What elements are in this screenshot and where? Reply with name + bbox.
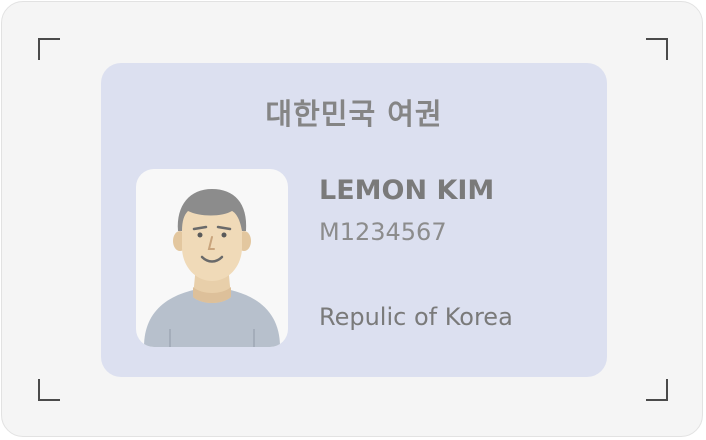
person-avatar-icon <box>144 189 280 347</box>
scan-corner-top-right-icon <box>646 38 668 60</box>
scan-corner-top-left-icon <box>38 38 60 60</box>
passport-photo <box>136 169 288 347</box>
scan-corner-bottom-right-icon <box>646 379 668 401</box>
scan-corner-bottom-left-icon <box>38 379 60 401</box>
passport-number: M1234567 <box>319 218 447 246</box>
issuing-country: Repulic of Korea <box>319 303 513 331</box>
passport-card: 대한민국 여권 LEMON KIM M1234567 Repulic of Ko… <box>101 63 607 377</box>
holder-name: LEMON KIM <box>319 175 495 206</box>
passport-title: 대한민국 여권 <box>265 97 443 131</box>
